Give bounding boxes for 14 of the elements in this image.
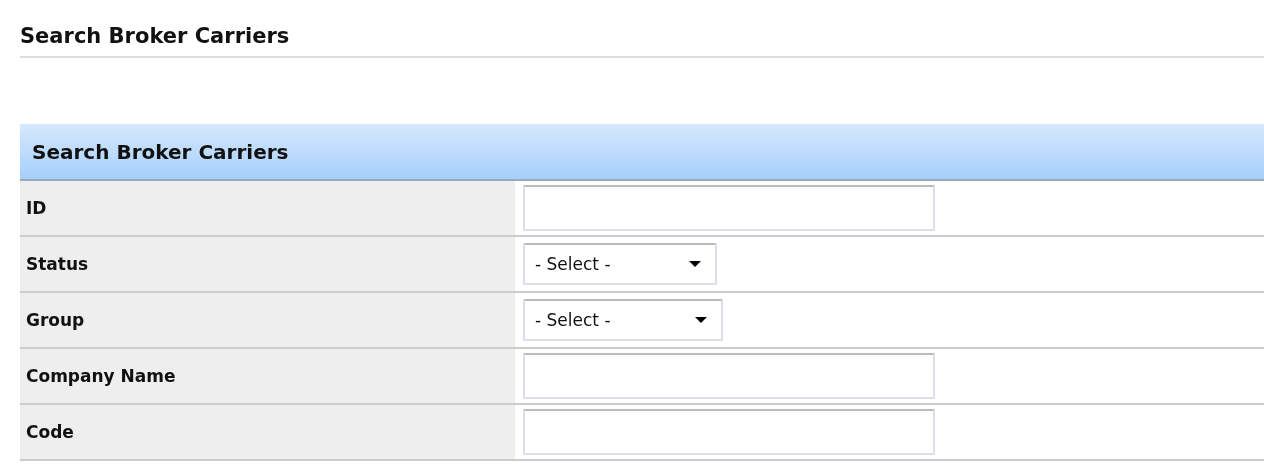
caret-icon [689,260,701,268]
field-label: Company Name [20,349,515,403]
input-field[interactable] [523,353,935,399]
input-field[interactable] [523,409,935,455]
panel-header: Search Broker Carriers [20,124,1264,181]
field-label: Code [20,405,515,459]
caret-icon [695,316,707,324]
page-title: Search Broker Carriers [20,22,1264,58]
select-dropdown[interactable]: - Select - [523,299,723,341]
field-label: Status [20,237,515,291]
field-label: Group [20,293,515,347]
input-field[interactable] [523,185,935,231]
select-dropdown[interactable]: - Select - [523,243,717,285]
field-label: ID [20,181,515,235]
